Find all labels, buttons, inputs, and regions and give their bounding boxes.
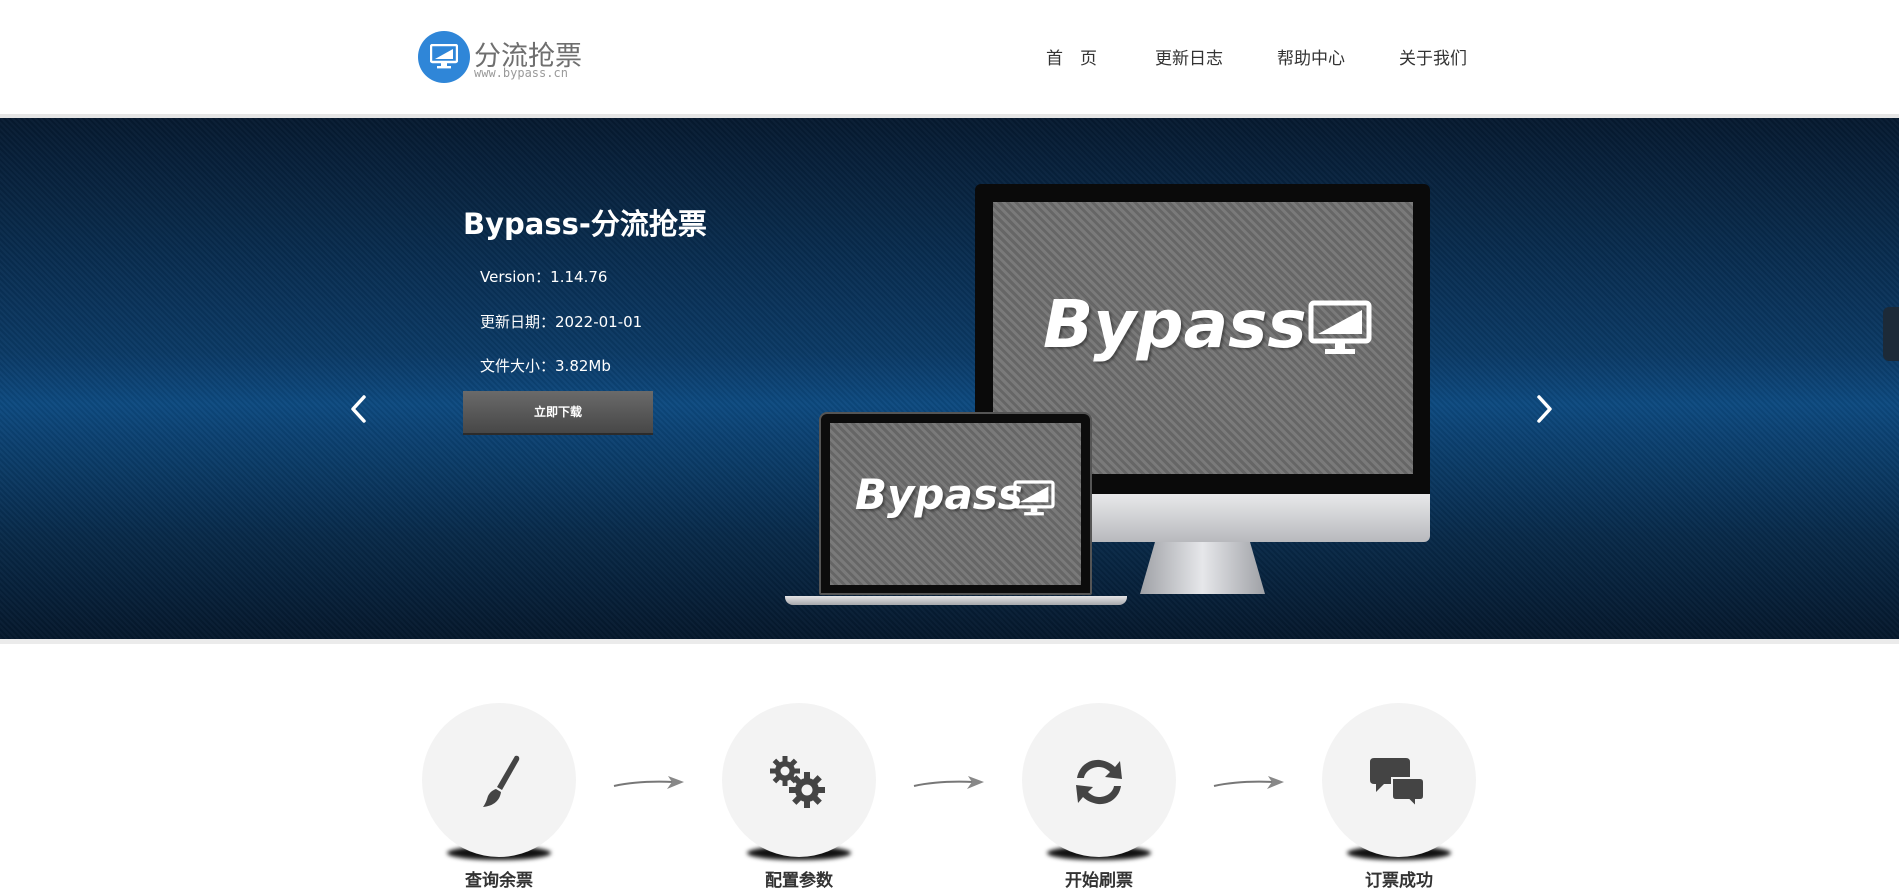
download-button[interactable]: 立即下载	[463, 391, 653, 435]
monitor-screen-logo-icon	[1308, 300, 1372, 354]
version-label: Version：	[480, 268, 551, 286]
carousel-prev-button[interactable]	[344, 392, 374, 426]
monitor-screen-text: Bypass	[1043, 286, 1307, 363]
arrow-right-icon	[913, 776, 984, 789]
carousel-next-button[interactable]	[1529, 392, 1559, 426]
file-size-value: 3.82Mb	[555, 357, 611, 375]
chevron-left-icon	[351, 395, 366, 423]
file-size-label: 文件大小：	[480, 357, 556, 375]
monitor-logo-icon	[418, 31, 470, 83]
chevron-right-icon	[1537, 395, 1552, 423]
step-label: 配置参数	[765, 871, 833, 891]
site-header: 分流抢票 www.bypass.cn 首 页 更新日志 帮助中心 关于我们	[0, 0, 1899, 114]
nav-help[interactable]: 帮助中心	[1277, 44, 1345, 69]
update-date-value: 2022-01-01	[555, 313, 643, 331]
logo-url: www.bypass.cn	[474, 66, 568, 80]
nav-about[interactable]: 关于我们	[1399, 44, 1467, 69]
step-label: 查询余票	[465, 871, 533, 891]
laptop-screen-logo-icon	[1013, 480, 1055, 516]
update-date-info: 更新日期：2022-01-01	[480, 311, 642, 332]
product-title: Bypass-分流抢票	[463, 207, 707, 241]
arrow-right-icon	[613, 776, 684, 789]
arrow-right-icon	[1213, 776, 1284, 789]
brush-icon	[483, 755, 520, 807]
chat-bubbles-icon	[1370, 758, 1425, 810]
site-logo[interactable]: 分流抢票 www.bypass.cn	[418, 30, 588, 86]
update-date-label: 更新日期：	[480, 313, 556, 331]
nav-changelog[interactable]: 更新日志	[1155, 44, 1223, 69]
step-label: 订票成功	[1365, 871, 1433, 891]
laptop-screen-text: Bypass	[855, 470, 1023, 519]
monitor-stand	[1140, 542, 1265, 594]
refresh-icon	[1076, 759, 1122, 805]
version-info: Version：1.14.76	[480, 266, 607, 287]
laptop-base	[785, 596, 1127, 605]
nav-home[interactable]: 首 页	[1046, 44, 1097, 69]
gears-icon	[770, 756, 825, 808]
side-float-tab[interactable]	[1883, 307, 1899, 361]
file-size-info: 文件大小：3.82Mb	[480, 355, 611, 376]
step-label: 开始刷票	[1065, 871, 1133, 891]
banner-divider	[0, 639, 1899, 644]
version-value: 1.14.76	[550, 268, 608, 286]
